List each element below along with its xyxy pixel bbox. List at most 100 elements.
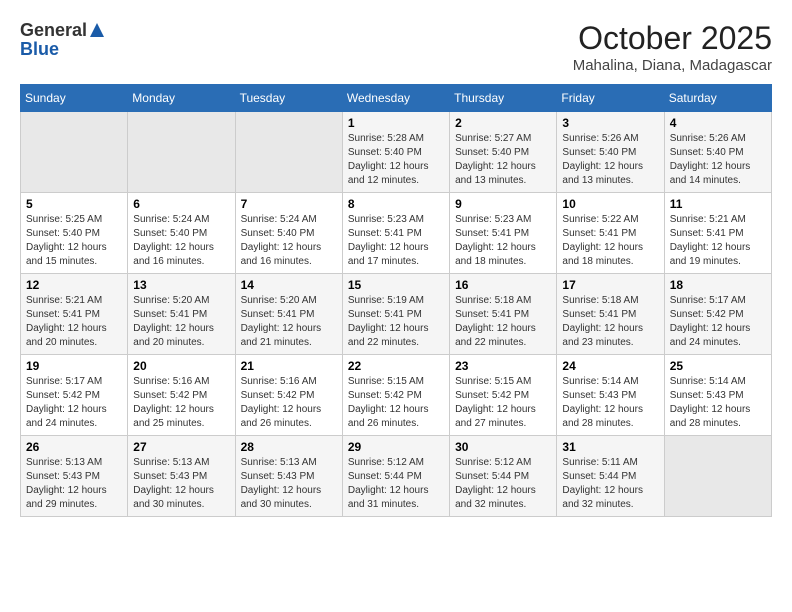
calendar-week-row: 26 Sunrise: 5:13 AMSunset: 5:43 PMDayligh… (21, 436, 772, 517)
month-year-title: October 2025 (573, 20, 772, 57)
day-number: 15 (348, 278, 444, 292)
calendar-day-cell: 22 Sunrise: 5:15 AMSunset: 5:42 PMDayligh… (342, 355, 449, 436)
day-info-text: Sunrise: 5:27 AMSunset: 5:40 PMDaylight:… (455, 132, 551, 188)
day-number: 30 (455, 440, 551, 454)
day-info-text: Sunrise: 5:25 AMSunset: 5:40 PMDaylight:… (26, 213, 122, 269)
calendar-day-cell: 14 Sunrise: 5:20 AMSunset: 5:41 PMDayligh… (235, 274, 342, 355)
day-number: 22 (348, 359, 444, 373)
calendar-day-cell: 26Sunrise: 5:13 AMSunset: 5:43 PMDayligh… (21, 436, 128, 517)
day-info-text: Sunrise: 5:13 AMSunset: 5:43 PMDaylight:… (241, 456, 337, 512)
calendar-day-cell: 21Sunrise: 5:16 AMSunset: 5:42 PMDayligh… (235, 355, 342, 436)
day-number: 19 (26, 359, 122, 373)
title-block: October 2025 Mahalina, Diana, Madagascar (573, 20, 772, 74)
day-number: 16 (455, 278, 551, 292)
day-info-text: Sunrise: 5:13 AMSunset: 5:43 PMDaylight:… (133, 456, 229, 512)
calendar-day-cell: 24Sunrise: 5:14 AMSunset: 5:43 PMDayligh… (557, 355, 664, 436)
day-number: 27 (133, 440, 229, 454)
day-info-text: Sunrise: 5:26 AMSunset: 5:40 PMDaylight:… (562, 132, 658, 188)
weekday-header-cell: Thursday (450, 85, 557, 112)
calendar-week-row: 5 Sunrise: 5:25 AMSunset: 5:40 PMDaylight… (21, 193, 772, 274)
day-number: 11 (670, 197, 766, 211)
day-info-text: Sunrise: 5:20 AMSunset: 5:41 PMDaylight:… (241, 294, 337, 350)
calendar-day-cell: 10 Sunrise: 5:22 AMSunset: 5:41 PMDayligh… (557, 193, 664, 274)
logo-blue-text: Blue (20, 39, 59, 60)
day-number: 26 (26, 440, 122, 454)
weekday-header-cell: Tuesday (235, 85, 342, 112)
calendar-day-cell: 23 Sunrise: 5:15 AMSunset: 5:42 PMDayligh… (450, 355, 557, 436)
calendar-day-cell: 9 Sunrise: 5:23 AMSunset: 5:41 PMDaylight… (450, 193, 557, 274)
weekday-header-cell: Saturday (664, 85, 771, 112)
day-info-text: Sunrise: 5:11 AMSunset: 5:44 PMDaylight:… (562, 456, 658, 512)
calendar-day-cell: 6 Sunrise: 5:24 AMSunset: 5:40 PMDaylight… (128, 193, 235, 274)
logo-general-text: General (20, 20, 87, 41)
day-info-text: Sunrise: 5:21 AMSunset: 5:41 PMDaylight:… (670, 213, 766, 269)
day-info-text: Sunrise: 5:15 AMSunset: 5:42 PMDaylight:… (455, 375, 551, 431)
calendar-day-cell: 28 Sunrise: 5:13 AMSunset: 5:43 PMDayligh… (235, 436, 342, 517)
calendar-day-cell: 13 Sunrise: 5:20 AMSunset: 5:41 PMDayligh… (128, 274, 235, 355)
calendar-week-row: 12Sunrise: 5:21 AMSunset: 5:41 PMDayligh… (21, 274, 772, 355)
calendar-day-cell: 30 Sunrise: 5:12 AMSunset: 5:44 PMDayligh… (450, 436, 557, 517)
day-info-text: Sunrise: 5:12 AMSunset: 5:44 PMDaylight:… (348, 456, 444, 512)
logo: General Blue (20, 20, 106, 60)
day-number: 6 (133, 197, 229, 211)
day-info-text: Sunrise: 5:26 AMSunset: 5:40 PMDaylight:… (670, 132, 766, 188)
weekday-header-cell: Monday (128, 85, 235, 112)
day-number: 18 (670, 278, 766, 292)
calendar-day-cell: 31 Sunrise: 5:11 AMSunset: 5:44 PMDayligh… (557, 436, 664, 517)
day-number: 9 (455, 197, 551, 211)
weekday-header-cell: Sunday (21, 85, 128, 112)
calendar-day-cell: 27 Sunrise: 5:13 AMSunset: 5:43 PMDayligh… (128, 436, 235, 517)
day-number: 3 (562, 116, 658, 130)
day-info-text: Sunrise: 5:20 AMSunset: 5:41 PMDaylight:… (133, 294, 229, 350)
day-number: 23 (455, 359, 551, 373)
day-number: 10 (562, 197, 658, 211)
calendar-day-cell: 15Sunrise: 5:19 AMSunset: 5:41 PMDayligh… (342, 274, 449, 355)
calendar-day-cell: 8 Sunrise: 5:23 AMSunset: 5:41 PMDaylight… (342, 193, 449, 274)
calendar-day-cell: 17 Sunrise: 5:18 AMSunset: 5:41 PMDayligh… (557, 274, 664, 355)
day-number: 31 (562, 440, 658, 454)
logo-triangle-icon (88, 21, 106, 39)
calendar-week-row: 19 Sunrise: 5:17 AMSunset: 5:42 PMDayligh… (21, 355, 772, 436)
day-info-text: Sunrise: 5:28 AMSunset: 5:40 PMDaylight:… (348, 132, 444, 188)
day-info-text: Sunrise: 5:17 AMSunset: 5:42 PMDaylight:… (26, 375, 122, 431)
weekday-header-row: SundayMondayTuesdayWednesdayThursdayFrid… (21, 85, 772, 112)
calendar-week-row: 1Sunrise: 5:28 AMSunset: 5:40 PMDaylight… (21, 112, 772, 193)
day-info-text: Sunrise: 5:22 AMSunset: 5:41 PMDaylight:… (562, 213, 658, 269)
calendar-day-cell: 2 Sunrise: 5:27 AMSunset: 5:40 PMDaylight… (450, 112, 557, 193)
calendar-day-cell: 20Sunrise: 5:16 AMSunset: 5:42 PMDayligh… (128, 355, 235, 436)
calendar-day-cell (21, 112, 128, 193)
calendar-day-cell: 18Sunrise: 5:17 AMSunset: 5:42 PMDayligh… (664, 274, 771, 355)
day-info-text: Sunrise: 5:16 AMSunset: 5:42 PMDaylight:… (241, 375, 337, 431)
day-number: 2 (455, 116, 551, 130)
day-info-text: Sunrise: 5:23 AMSunset: 5:41 PMDaylight:… (455, 213, 551, 269)
day-number: 13 (133, 278, 229, 292)
calendar-day-cell (128, 112, 235, 193)
day-number: 17 (562, 278, 658, 292)
day-info-text: Sunrise: 5:15 AMSunset: 5:42 PMDaylight:… (348, 375, 444, 431)
day-info-text: Sunrise: 5:23 AMSunset: 5:41 PMDaylight:… (348, 213, 444, 269)
day-info-text: Sunrise: 5:24 AMSunset: 5:40 PMDaylight:… (133, 213, 229, 269)
day-number: 20 (133, 359, 229, 373)
day-number: 7 (241, 197, 337, 211)
calendar-day-cell: 7 Sunrise: 5:24 AMSunset: 5:40 PMDaylight… (235, 193, 342, 274)
calendar-day-cell: 11 Sunrise: 5:21 AMSunset: 5:41 PMDayligh… (664, 193, 771, 274)
day-number: 29 (348, 440, 444, 454)
weekday-header-cell: Wednesday (342, 85, 449, 112)
day-info-text: Sunrise: 5:18 AMSunset: 5:41 PMDaylight:… (455, 294, 551, 350)
calendar-day-cell: 12Sunrise: 5:21 AMSunset: 5:41 PMDayligh… (21, 274, 128, 355)
day-info-text: Sunrise: 5:21 AMSunset: 5:41 PMDaylight:… (26, 294, 122, 350)
calendar-day-cell (664, 436, 771, 517)
day-info-text: Sunrise: 5:12 AMSunset: 5:44 PMDaylight:… (455, 456, 551, 512)
day-number: 25 (670, 359, 766, 373)
calendar-day-cell: 29 Sunrise: 5:12 AMSunset: 5:44 PMDayligh… (342, 436, 449, 517)
day-info-text: Sunrise: 5:24 AMSunset: 5:40 PMDaylight:… (241, 213, 337, 269)
day-number: 28 (241, 440, 337, 454)
calendar-day-cell: 4Sunrise: 5:26 AMSunset: 5:40 PMDaylight… (664, 112, 771, 193)
day-number: 14 (241, 278, 337, 292)
day-number: 8 (348, 197, 444, 211)
calendar-day-cell: 3 Sunrise: 5:26 AMSunset: 5:40 PMDaylight… (557, 112, 664, 193)
day-number: 5 (26, 197, 122, 211)
day-info-text: Sunrise: 5:18 AMSunset: 5:41 PMDaylight:… (562, 294, 658, 350)
calendar-day-cell: 25Sunrise: 5:14 AMSunset: 5:43 PMDayligh… (664, 355, 771, 436)
day-number: 24 (562, 359, 658, 373)
